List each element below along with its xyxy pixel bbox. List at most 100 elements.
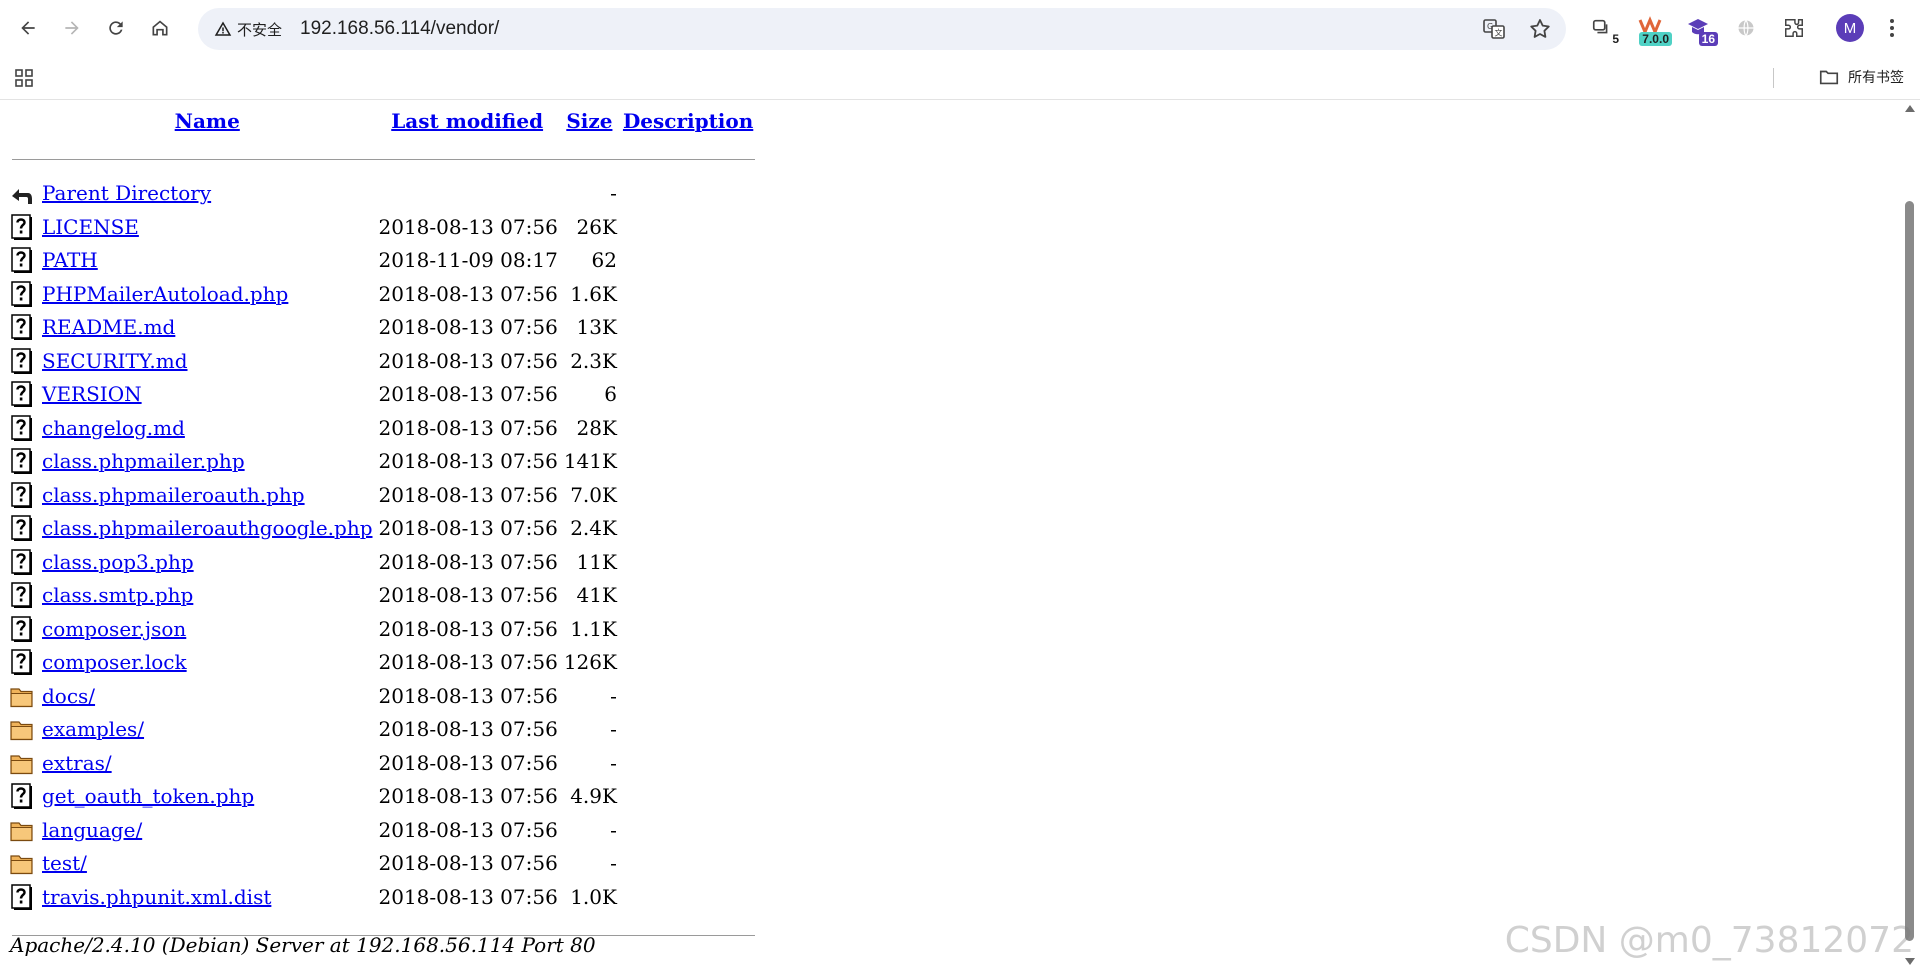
row-description-cell	[619, 780, 757, 814]
extension-badge: 7.0.0	[1639, 32, 1672, 46]
row-modified-cell: 2018-08-13 07:56	[378, 583, 558, 608]
table-row: get_oauth_token.php 2018-08-13 07:56 4.9K	[10, 780, 757, 814]
file-link[interactable]: travis.phpunit.xml.dist	[42, 885, 271, 909]
file-link[interactable]: language/	[42, 818, 142, 842]
forward-button[interactable]	[52, 8, 92, 48]
folder-icon	[10, 817, 40, 843]
table-row: test/2018-08-13 07:56 -	[10, 847, 757, 881]
scroll-thumb[interactable]	[1905, 201, 1914, 941]
file-link[interactable]: class.phpmaileroauth.php	[42, 483, 305, 507]
table-row: class.phpmaileroauthgoogle.php 2018-08-13…	[10, 512, 757, 546]
file-link[interactable]: README.md	[42, 315, 175, 339]
row-description-cell	[619, 478, 757, 512]
file-link[interactable]: test/	[42, 851, 87, 875]
file-link[interactable]: class.phpmaileroauthgoogle.php	[42, 516, 373, 540]
row-description-cell	[619, 813, 757, 847]
file-link[interactable]: examples/	[42, 717, 144, 741]
table-row: PATH 2018-11-09 08:17 62	[10, 244, 757, 278]
file-link[interactable]: extras/	[42, 751, 112, 775]
sort-by-description-link[interactable]: Description	[623, 109, 753, 133]
sort-by-modified-link[interactable]: Last modified	[391, 109, 543, 133]
bookmarks-divider	[1773, 68, 1774, 88]
extension-globe[interactable]	[1726, 12, 1766, 44]
extension-hat[interactable]: 16	[1678, 12, 1718, 46]
vertical-scrollbar[interactable]	[1900, 101, 1920, 969]
file-link[interactable]: class.phpmailer.php	[42, 449, 245, 473]
row-icon-cell	[10, 713, 40, 747]
extension-tab-counter[interactable]: 5	[1582, 12, 1622, 46]
row-modified-cell: 2018-08-13 07:56	[378, 516, 558, 541]
watermark: CSDN @m0_73812072	[1504, 920, 1914, 961]
row-size-cell: 141K	[563, 449, 617, 474]
unknown-file-icon	[10, 616, 40, 642]
file-link[interactable]: composer.json	[42, 617, 186, 641]
row-description-cell	[619, 378, 757, 412]
row-size-cell: 1.1K	[570, 616, 617, 641]
name-column-header: Name	[40, 109, 375, 143]
extension-version[interactable]: 7.0.0	[1630, 12, 1672, 46]
file-link[interactable]: PATH	[42, 248, 98, 272]
sort-by-size-link[interactable]: Size	[566, 109, 612, 133]
row-name-cell: test/	[40, 847, 375, 881]
url-text[interactable]: 192.168.56.114/vendor/	[300, 18, 499, 40]
row-description-cell	[619, 344, 757, 378]
row-icon-cell	[10, 612, 40, 646]
row-modified-cell: 2018-08-13 07:56	[378, 315, 558, 340]
file-link[interactable]: PHPMailerAutoload.php	[42, 282, 288, 306]
row-name-cell: PATH	[40, 244, 375, 278]
size-column-header: Size	[560, 109, 619, 143]
row-icon-cell	[10, 344, 40, 378]
extension-badge: 5	[1609, 32, 1622, 46]
unknown-file-icon	[10, 884, 40, 910]
row-size-cell: 7.0K	[570, 482, 617, 507]
row-modified-cell: 2018-08-13 07:56	[378, 281, 558, 306]
row-size-cell: -	[610, 683, 617, 708]
file-link[interactable]: SECURITY.md	[42, 349, 188, 373]
more-menu-icon[interactable]	[1880, 16, 1904, 40]
directory-listing-table: Name Last modified Size Description Pare…	[10, 109, 757, 947]
folder-icon	[10, 850, 40, 876]
row-description-cell	[619, 679, 757, 713]
browser-toolbar: 不安全 192.168.56.114/vendor/ G文 5 7.0.0 16…	[0, 0, 1920, 56]
row-description-cell	[619, 177, 757, 211]
avatar-letter: M	[1843, 19, 1857, 37]
row-icon-cell	[10, 780, 40, 814]
icon-column-header	[10, 109, 40, 143]
file-link[interactable]: VERSION	[42, 382, 142, 406]
file-link[interactable]: class.pop3.php	[42, 550, 194, 574]
extensions-area: 5 7.0.0 16 M	[1582, 12, 1904, 46]
file-link[interactable]: docs/	[42, 684, 95, 708]
row-name-cell: README.md	[40, 311, 375, 345]
extensions-menu-button[interactable]	[1774, 12, 1814, 44]
row-size-cell: 2.4K	[570, 516, 617, 541]
file-link[interactable]: Parent Directory	[42, 181, 211, 205]
file-link[interactable]: LICENSE	[42, 215, 139, 239]
sort-by-name-link[interactable]: Name	[175, 109, 240, 133]
server-signature: Apache/2.4.10 (Debian) Server at 192.168…	[10, 933, 596, 957]
all-bookmarks-button[interactable]: 所有书签	[1818, 66, 1904, 88]
translate-icon[interactable]: G文	[1482, 17, 1506, 41]
bookmarks-bar: 所有书签	[0, 56, 1920, 100]
row-icon-cell	[10, 646, 40, 680]
file-link[interactable]: get_oauth_token.php	[42, 784, 254, 808]
security-indicator[interactable]: 不安全	[206, 14, 294, 44]
all-bookmarks-label: 所有书签	[1848, 69, 1904, 85]
row-modified-cell: 2018-08-13 07:56	[378, 549, 558, 574]
row-description-cell	[619, 847, 757, 881]
back-button[interactable]	[8, 8, 48, 48]
home-button[interactable]	[140, 8, 180, 48]
home-icon	[152, 20, 168, 36]
file-link[interactable]: composer.lock	[42, 650, 187, 674]
file-link[interactable]: class.smtp.php	[42, 583, 193, 607]
file-link[interactable]: changelog.md	[42, 416, 185, 440]
bookmark-star-icon[interactable]	[1528, 17, 1552, 41]
apps-grid-icon[interactable]	[14, 68, 34, 88]
scroll-up-arrow-icon[interactable]	[1905, 105, 1915, 112]
profile-avatar[interactable]: M	[1836, 14, 1864, 42]
reload-button[interactable]	[96, 8, 136, 48]
row-modified-cell: 2018-08-13 07:56	[378, 348, 558, 373]
address-bar[interactable]: 不安全 192.168.56.114/vendor/ G文	[198, 8, 1566, 50]
unknown-file-icon	[10, 448, 40, 475]
row-size-cell: 1.6K	[570, 281, 617, 306]
row-size-cell: -	[610, 717, 617, 742]
